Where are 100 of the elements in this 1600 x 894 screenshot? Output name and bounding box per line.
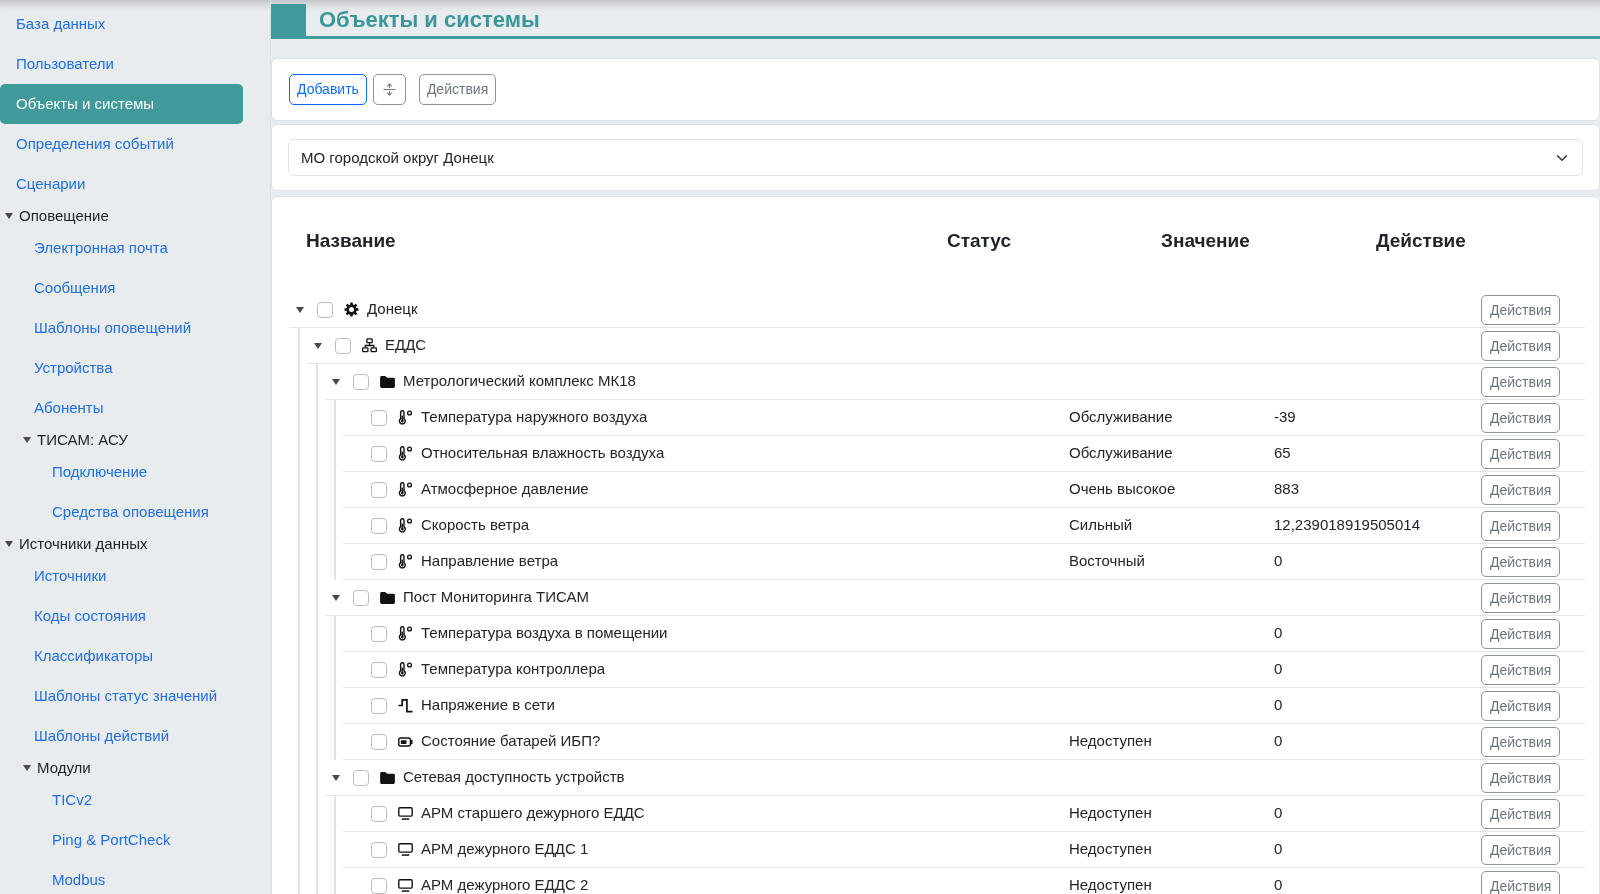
row-checkbox[interactable] [317, 301, 333, 318]
caret-icon[interactable] [296, 306, 304, 313]
row-checkbox[interactable] [335, 337, 351, 354]
node-name: Атмосферное давление [421, 479, 589, 500]
row-checkbox[interactable] [353, 769, 369, 786]
column-header: Значение [1161, 229, 1250, 251]
actions-button[interactable]: Действия [1481, 330, 1561, 361]
caret-icon[interactable] [332, 378, 340, 385]
row-checkbox[interactable] [371, 481, 387, 498]
sidebar-link[interactable]: Шаблоны оповещений [0, 308, 243, 348]
actions-button[interactable]: Действия [1481, 870, 1561, 894]
sidebar-link[interactable]: Устройства [0, 348, 243, 388]
monitor-icon [397, 843, 413, 856]
row-checkbox[interactable] [371, 805, 387, 822]
row-checkbox[interactable] [371, 733, 387, 750]
status-text: Недоступен [1069, 840, 1152, 858]
sidebar-link[interactable]: Сценарии [0, 164, 243, 204]
status-text: Обслуживание [1069, 444, 1173, 462]
sidebar-link[interactable]: Классификаторы [0, 636, 243, 676]
actions-button[interactable]: Действия [1481, 834, 1561, 865]
add-button[interactable]: Добавить [289, 74, 367, 105]
actions-button[interactable]: Действия [1481, 366, 1561, 397]
sidebar-link[interactable]: База данных [0, 4, 243, 44]
column-header: Действие [1376, 229, 1466, 251]
node-name: Донецк [367, 299, 418, 320]
value-text: 65 [1274, 444, 1291, 462]
sidebar-link[interactable]: Сообщения [0, 268, 243, 308]
sidebar-link[interactable]: Определения событий [0, 124, 243, 164]
sidebar-group-toggle[interactable]: Модули [0, 756, 243, 780]
thermometer-icon [397, 554, 413, 569]
value-text: 883 [1274, 480, 1300, 498]
status-text: Сильный [1069, 516, 1133, 534]
sidebar-link[interactable]: Ping & PortCheck [0, 820, 243, 860]
sidebar-group-toggle[interactable]: Оповещение [0, 204, 243, 228]
column-header: Статус [947, 229, 1012, 251]
actions-button[interactable]: Действия [1481, 510, 1561, 541]
actions-button[interactable]: Действия [1481, 654, 1561, 685]
value-text: 12,239018919505014 [1274, 516, 1420, 534]
sidebar-link[interactable]: Пользователи [0, 44, 243, 84]
actions-button[interactable]: Действия [1481, 294, 1561, 325]
actions-button[interactable]: Действия [1481, 690, 1561, 721]
actions-button[interactable]: Действия [1481, 402, 1561, 433]
row-checkbox[interactable] [371, 661, 387, 678]
actions-button[interactable]: Действия [1481, 726, 1561, 757]
sidebar-link[interactable]: Электронная почта [0, 228, 243, 268]
value-text: 0 [1274, 840, 1283, 858]
row-checkbox[interactable] [353, 373, 369, 390]
actions-button[interactable]: Действия [1481, 546, 1561, 577]
sidebar-link[interactable]: Абоненты [0, 388, 243, 428]
folder-icon [379, 771, 395, 784]
sidebar-link[interactable]: Коды состояния [0, 596, 243, 636]
thermometer-icon [397, 482, 413, 497]
node-name: АРМ дежурного ЕДДС 2 [421, 875, 589, 894]
sidebar-group-toggle[interactable]: ТИСАМ: АСУ [0, 428, 243, 452]
battery-icon [397, 736, 413, 747]
value-text: 0 [1274, 804, 1283, 822]
row-checkbox[interactable] [371, 877, 387, 894]
folder-icon [379, 375, 395, 388]
hierarchy-icon [361, 338, 377, 353]
row-checkbox[interactable] [371, 841, 387, 858]
page-title: Объекты и системы [319, 6, 540, 34]
sidebar-link[interactable]: Шаблоны действий [0, 716, 243, 756]
actions-button[interactable]: Действия [1481, 798, 1561, 829]
row-checkbox[interactable] [371, 697, 387, 714]
value-text: -39 [1274, 408, 1296, 426]
sidebar-link[interactable]: Шаблоны статус значений [0, 676, 243, 716]
caret-icon[interactable] [314, 342, 322, 349]
row-checkbox[interactable] [353, 589, 369, 606]
status-text: Недоступен [1069, 804, 1152, 822]
sidebar-link[interactable]: TICv2 [0, 780, 243, 820]
row-checkbox[interactable] [371, 517, 387, 534]
row-checkbox[interactable] [371, 553, 387, 570]
node-name: Напряжение в сети [421, 695, 555, 716]
status-text: Очень высокое [1069, 480, 1176, 498]
caret-icon[interactable] [332, 774, 340, 781]
folder-icon [379, 591, 395, 604]
sidebar-link[interactable]: Источники [0, 556, 243, 596]
value-text: 0 [1274, 696, 1283, 714]
square-wave-icon [397, 698, 413, 713]
node-name: Сетевая доступность устройств [403, 767, 625, 788]
sidebar-link[interactable]: Объекты и системы [0, 84, 243, 124]
row-checkbox[interactable] [371, 409, 387, 426]
expand-button[interactable] [372, 74, 406, 105]
value-text: 0 [1274, 732, 1283, 750]
actions-button[interactable]: Действия [1481, 618, 1561, 649]
district-select[interactable]: МО городской округ Донецк [288, 139, 1583, 176]
actions-button[interactable]: Действия [418, 74, 497, 105]
actions-button[interactable]: Действия [1481, 438, 1561, 469]
sidebar-link[interactable]: Подключение [0, 452, 243, 492]
actions-button[interactable]: Действия [1481, 582, 1561, 613]
caret-icon[interactable] [332, 594, 340, 601]
sidebar-link[interactable]: Modbus [0, 860, 243, 894]
sidebar-group-toggle[interactable]: Источники данных [0, 532, 243, 556]
row-checkbox[interactable] [371, 625, 387, 642]
row-checkbox[interactable] [371, 445, 387, 462]
actions-button[interactable]: Действия [1481, 474, 1561, 505]
sidebar-link[interactable]: Средства оповещения [0, 492, 243, 532]
actions-button[interactable]: Действия [1481, 762, 1561, 793]
thermometer-icon [397, 518, 413, 533]
monitor-icon [397, 879, 413, 892]
